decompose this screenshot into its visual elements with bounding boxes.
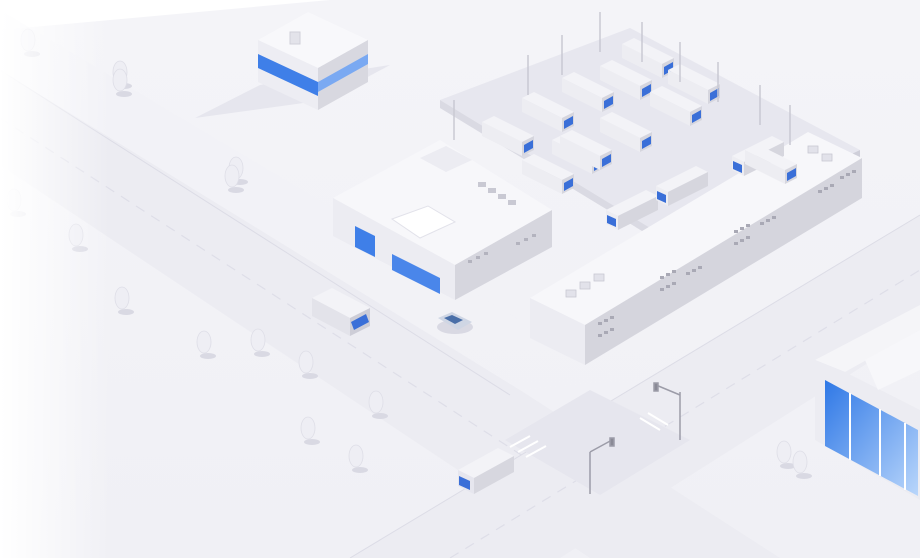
logistics-scene [0,0,920,558]
isometric-illustration [0,0,920,558]
